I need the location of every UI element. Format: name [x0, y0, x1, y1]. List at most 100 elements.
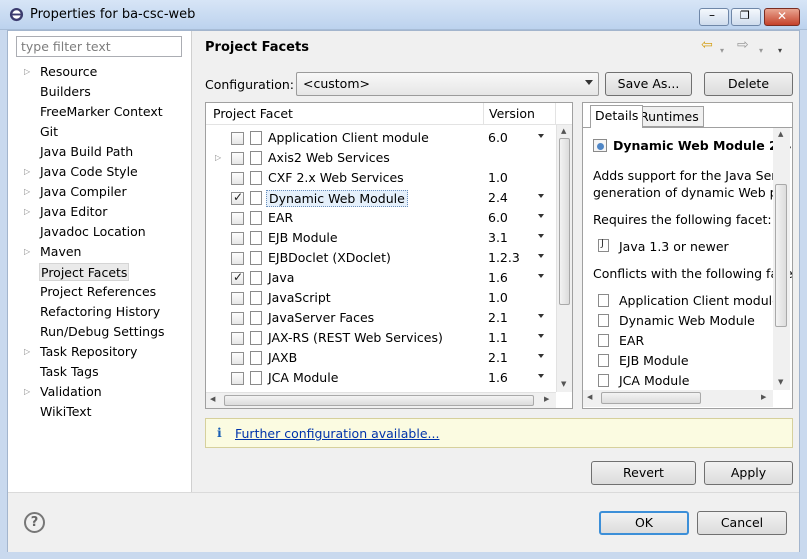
table-row[interactable]: EAR 6.0: [206, 208, 556, 228]
nav-item-java-editor[interactable]: Java Editor: [39, 203, 108, 221]
expand-arrow-icon[interactable]: ▷: [24, 387, 30, 397]
version-dropdown-icon[interactable]: [538, 194, 544, 198]
details-vertical-scrollbar[interactable]: ▲ ▼: [773, 128, 790, 390]
facet-checkbox[interactable]: [231, 190, 244, 205]
facet-checkbox[interactable]: [231, 132, 244, 145]
expand-arrow-icon[interactable]: ▷: [215, 153, 221, 163]
column-header-facet[interactable]: Project Facet: [213, 106, 293, 121]
details-horizontal-scrollbar[interactable]: ◀ ▶: [583, 390, 773, 407]
cancel-button[interactable]: Cancel: [697, 511, 787, 535]
version-dropdown-icon[interactable]: [538, 274, 544, 278]
scroll-right-icon[interactable]: ▶: [544, 395, 549, 403]
version-dropdown-icon[interactable]: [538, 334, 544, 338]
nav-item-run-debug-settings[interactable]: Run/Debug Settings: [39, 323, 166, 341]
scroll-right-icon[interactable]: ▶: [761, 393, 766, 401]
table-row[interactable]: EJBDoclet (XDoclet) 1.2.3: [206, 248, 556, 268]
expand-arrow-icon[interactable]: ▷: [24, 67, 30, 77]
expand-arrow-icon[interactable]: ▷: [24, 187, 30, 197]
scroll-thumb[interactable]: [224, 395, 534, 406]
scroll-thumb[interactable]: [601, 392, 701, 404]
configuration-select[interactable]: <custom>: [296, 72, 599, 96]
table-row[interactable]: Java 1.6: [206, 268, 556, 288]
nav-item-project-facets[interactable]: Project Facets: [39, 263, 130, 281]
table-row[interactable]: ▷ Axis2 Web Services: [206, 148, 556, 168]
help-icon[interactable]: ?: [24, 512, 45, 533]
version-dropdown-icon[interactable]: [538, 354, 544, 358]
expand-arrow-icon[interactable]: ▷: [24, 247, 30, 257]
vertical-scrollbar[interactable]: ▲ ▼: [556, 125, 572, 392]
revert-button[interactable]: Revert: [591, 461, 696, 485]
scroll-left-icon[interactable]: ◀: [210, 395, 215, 403]
nav-item-java-code-style[interactable]: Java Code Style: [39, 163, 139, 181]
close-button[interactable]: ✕: [764, 8, 800, 26]
nav-item-maven[interactable]: Maven: [39, 243, 82, 261]
save-as-button[interactable]: Save As...: [605, 72, 692, 96]
forward-dropdown-icon[interactable]: ▾: [759, 43, 763, 59]
facet-checkbox[interactable]: [231, 252, 244, 265]
filter-input[interactable]: type filter text: [16, 36, 182, 57]
scroll-thumb[interactable]: [559, 138, 570, 305]
table-row[interactable]: JavaServer Faces 2.1: [206, 308, 556, 328]
ok-button[interactable]: OK: [599, 511, 689, 535]
table-row[interactable]: Dynamic Web Module 2.4: [206, 188, 556, 208]
nav-item-java-build-path[interactable]: Java Build Path: [39, 143, 134, 161]
scroll-up-icon[interactable]: ▲: [561, 127, 566, 135]
table-row[interactable]: JAX-RS (REST Web Services) 1.1: [206, 328, 556, 348]
table-row[interactable]: CXF 2.x Web Services 1.0: [206, 168, 556, 188]
minimize-button[interactable]: –: [699, 8, 729, 26]
forward-icon[interactable]: ⇨: [737, 37, 749, 53]
facet-checkbox[interactable]: [231, 332, 244, 345]
table-row[interactable]: JavaScript 1.0: [206, 288, 556, 308]
nav-item-git[interactable]: Git: [39, 123, 59, 141]
facet-checkbox[interactable]: [231, 372, 244, 385]
tab-details[interactable]: Details: [590, 105, 644, 128]
version-dropdown-icon[interactable]: [538, 314, 544, 318]
expand-arrow-icon[interactable]: ▷: [24, 167, 30, 177]
nav-item-wikitext[interactable]: WikiText: [39, 403, 93, 421]
facet-checkbox[interactable]: [231, 212, 244, 225]
version-dropdown-icon[interactable]: [538, 214, 544, 218]
delete-button[interactable]: Delete: [704, 72, 793, 96]
version-dropdown-icon[interactable]: [538, 374, 544, 378]
nav-item-javadoc-location[interactable]: Javadoc Location: [39, 223, 147, 241]
version-dropdown-icon[interactable]: [538, 234, 544, 238]
facet-checkbox[interactable]: [231, 172, 244, 185]
column-header-version[interactable]: Version: [489, 106, 535, 121]
scroll-down-icon[interactable]: ▼: [778, 378, 783, 386]
facet-checkbox[interactable]: [231, 152, 244, 165]
apply-button[interactable]: Apply: [704, 461, 793, 485]
expand-arrow-icon[interactable]: ▷: [24, 207, 30, 217]
facet-checkbox[interactable]: [231, 352, 244, 365]
expand-arrow-icon[interactable]: ▷: [24, 347, 30, 357]
nav-item-freemarker-context[interactable]: FreeMarker Context: [39, 103, 164, 121]
scroll-left-icon[interactable]: ◀: [587, 393, 592, 401]
tab-runtimes[interactable]: Runtimes: [635, 106, 704, 127]
nav-item-refactoring-history[interactable]: Refactoring History: [39, 303, 161, 321]
scroll-thumb[interactable]: [775, 184, 787, 327]
nav-item-project-references[interactable]: Project References: [39, 283, 157, 301]
view-menu-icon[interactable]: ▾: [778, 43, 782, 59]
maximize-button[interactable]: ❐: [731, 8, 761, 26]
back-icon[interactable]: ⇦: [701, 37, 713, 53]
facet-checkbox[interactable]: [231, 270, 244, 285]
table-row[interactable]: EJB Module 3.1: [206, 228, 556, 248]
scroll-up-icon[interactable]: ▲: [778, 130, 783, 138]
facet-checkbox[interactable]: [231, 292, 244, 305]
table-row[interactable]: JCA Module 1.6: [206, 368, 556, 388]
nav-item-java-compiler[interactable]: Java Compiler: [39, 183, 128, 201]
horizontal-scrollbar[interactable]: ◀ ▶: [206, 392, 556, 408]
facet-checkbox[interactable]: [231, 232, 244, 245]
nav-item-task-tags[interactable]: Task Tags: [39, 363, 100, 381]
table-row[interactable]: JAXB 2.1: [206, 348, 556, 368]
version-dropdown-icon[interactable]: [538, 254, 544, 258]
further-configuration-link[interactable]: Further configuration available...: [235, 426, 439, 441]
nav-item-validation[interactable]: Validation: [39, 383, 103, 401]
back-dropdown-icon[interactable]: ▾: [720, 43, 724, 59]
nav-item-task-repository[interactable]: Task Repository: [39, 343, 138, 361]
nav-item-builders[interactable]: Builders: [39, 83, 92, 101]
scroll-down-icon[interactable]: ▼: [561, 380, 566, 388]
nav-item-resource[interactable]: Resource: [39, 63, 98, 81]
table-row[interactable]: Application Client module 6.0: [206, 128, 556, 148]
facet-checkbox[interactable]: [231, 312, 244, 325]
version-dropdown-icon[interactable]: [538, 134, 544, 138]
